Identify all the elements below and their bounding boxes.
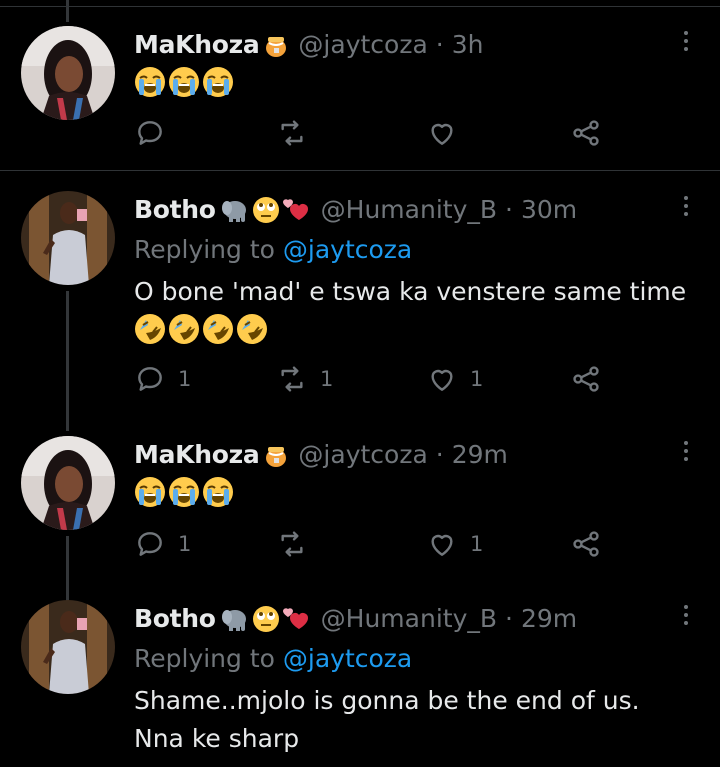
- tweet[interactable]: MaKhoza @jaytcoza · 3h: [0, 0, 720, 170]
- tweet-header: Botho @Humanity_B · 29m: [134, 602, 577, 636]
- loudly-crying-face-icon: [135, 67, 165, 97]
- elephant-icon: [221, 201, 246, 222]
- timestamp[interactable]: 3h: [452, 28, 484, 62]
- tweet[interactable]: Botho @Humanity_B · 30m Replying to @jay…: [0, 171, 720, 431]
- replying-to-label: Replying to: [134, 644, 275, 673]
- name-emoji-badges: [220, 196, 312, 224]
- more-options-icon[interactable]: [676, 434, 696, 468]
- share-icon: [573, 531, 599, 557]
- revolving-hearts-icon: [282, 608, 308, 629]
- timestamp[interactable]: 29m: [521, 602, 577, 636]
- name-emoji-badges: [263, 32, 289, 58]
- more-options-icon[interactable]: [676, 189, 696, 223]
- retweet-icon: [281, 366, 303, 392]
- display-name[interactable]: MaKhoza: [134, 438, 260, 472]
- avatar[interactable]: [21, 26, 115, 120]
- display-name[interactable]: Botho: [134, 602, 216, 636]
- emoji-row: [134, 313, 268, 345]
- heart-icon: [431, 123, 453, 145]
- name-emoji-badges: [263, 442, 289, 468]
- tweet-text: Shame..mjolo is gonna be the end of us. …: [134, 686, 640, 753]
- like-button[interactable]: 1: [426, 527, 483, 561]
- tweet-text: O bone 'mad' e tswa ka venstere same tim…: [134, 277, 687, 306]
- replying-to-label: Replying to: [134, 235, 275, 264]
- share-button[interactable]: [570, 527, 602, 561]
- rolling-on-floor-laughing-icon: [135, 314, 165, 344]
- reply-count: 1: [178, 532, 192, 556]
- reply-button[interactable]: [134, 116, 178, 150]
- more-options-icon[interactable]: [676, 598, 696, 632]
- reply-button[interactable]: 1: [134, 527, 191, 561]
- more-options-icon[interactable]: [676, 24, 696, 58]
- share-button[interactable]: [570, 362, 602, 396]
- rolling-on-floor-laughing-icon: [169, 314, 199, 344]
- like-button[interactable]: 1: [426, 362, 483, 396]
- reply-icon: [138, 367, 162, 391]
- user-handle[interactable]: @jaytcoza: [298, 28, 427, 62]
- honey-pot-icon: [266, 37, 287, 57]
- heart-icon: [431, 534, 453, 556]
- display-name[interactable]: Botho: [134, 193, 216, 227]
- user-handle[interactable]: @jaytcoza: [298, 438, 427, 472]
- rolling-on-floor-laughing-icon: [203, 314, 233, 344]
- share-icon: [573, 366, 599, 392]
- tweet[interactable]: Botho @Humanity_B · 29m Replying to @jay…: [0, 576, 720, 767]
- like-count: 1: [470, 532, 484, 556]
- rolling-on-floor-laughing-icon: [237, 314, 267, 344]
- retweet-button[interactable]: [276, 527, 320, 561]
- retweet-button[interactable]: 1: [276, 362, 333, 396]
- separator-dot: ·: [435, 440, 444, 469]
- elephant-icon: [221, 610, 246, 631]
- loudly-crying-face-icon: [135, 477, 165, 507]
- heart-icon: [431, 369, 453, 391]
- tweet-header: Botho @Humanity_B · 30m: [134, 193, 577, 227]
- share-icon: [573, 120, 599, 146]
- face-with-rolling-eyes-icon: [252, 606, 279, 632]
- avatar[interactable]: [21, 600, 115, 694]
- retweet-icon: [281, 120, 303, 146]
- tweet-actions: [134, 116, 614, 150]
- avatar[interactable]: [21, 436, 115, 530]
- replying-to: Replying to @jaytcoza: [134, 233, 412, 267]
- avatar[interactable]: [21, 191, 115, 285]
- like-count: 1: [470, 367, 484, 391]
- tweet-actions: 1 1 1: [134, 362, 614, 396]
- loudly-crying-face-icon: [169, 477, 199, 507]
- emoji-row: [134, 476, 234, 508]
- emoji-row: [134, 66, 234, 98]
- separator-dot: ·: [435, 30, 444, 59]
- reply-icon: [138, 121, 162, 145]
- retweet-icon: [281, 531, 303, 557]
- honey-pot-icon: [266, 447, 287, 467]
- replying-to: Replying to @jaytcoza: [134, 642, 412, 676]
- share-button[interactable]: [570, 116, 602, 150]
- retweet-button[interactable]: [276, 116, 320, 150]
- loudly-crying-face-icon: [169, 67, 199, 97]
- separator-dot: ·: [505, 604, 513, 633]
- tweet-header: MaKhoza @jaytcoza · 3h: [134, 28, 484, 62]
- mention-link[interactable]: @jaytcoza: [283, 235, 412, 264]
- face-with-rolling-eyes-icon: [252, 197, 279, 223]
- tweet[interactable]: MaKhoza @jaytcoza · 29m 1 1: [0, 406, 720, 626]
- timestamp[interactable]: 30m: [521, 193, 577, 227]
- separator-dot: ·: [505, 195, 513, 224]
- timestamp[interactable]: 29m: [452, 438, 508, 472]
- loudly-crying-face-icon: [203, 477, 233, 507]
- name-emoji-badges: [220, 605, 312, 633]
- tweet-header: MaKhoza @jaytcoza · 29m: [134, 438, 508, 472]
- user-handle[interactable]: @Humanity_B: [321, 193, 497, 227]
- tweet-actions: 1 1: [134, 527, 614, 561]
- like-button[interactable]: [426, 116, 470, 150]
- loudly-crying-face-icon: [203, 67, 233, 97]
- reply-button[interactable]: 1: [134, 362, 191, 396]
- display-name[interactable]: MaKhoza: [134, 28, 260, 62]
- revolving-hearts-icon: [282, 199, 308, 220]
- user-handle[interactable]: @Humanity_B: [321, 602, 497, 636]
- reply-count: 1: [178, 367, 192, 391]
- conversation-thread: MaKhoza @jaytcoza · 3h Botho @Humanity_B…: [0, 0, 720, 767]
- mention-link[interactable]: @jaytcoza: [283, 644, 412, 673]
- retweet-count: 1: [320, 367, 334, 391]
- reply-icon: [138, 532, 162, 556]
